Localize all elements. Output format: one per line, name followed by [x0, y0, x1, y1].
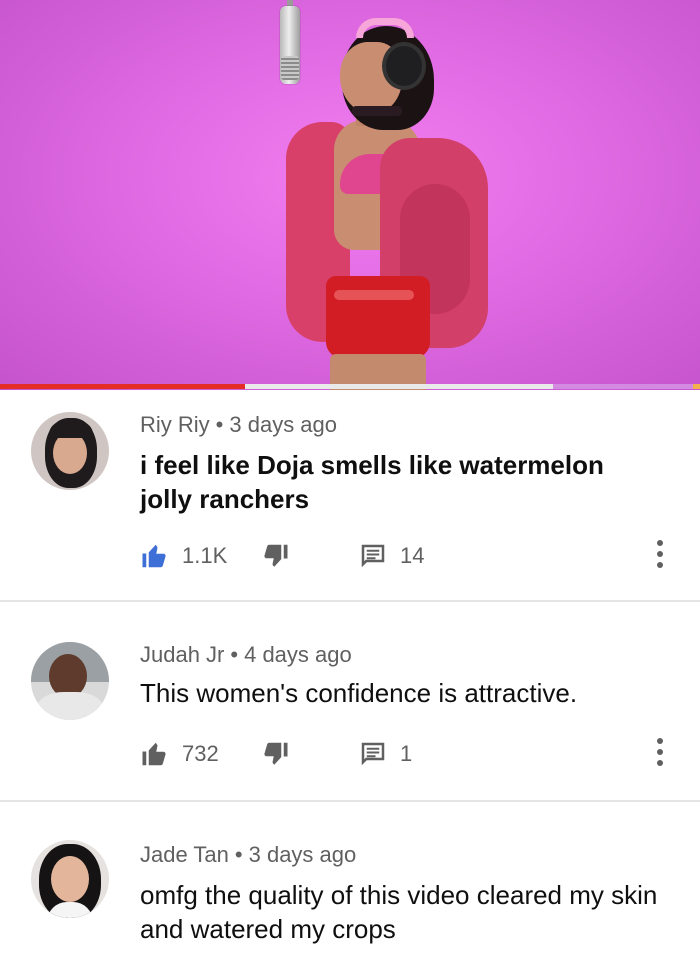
dislike-button[interactable]: [260, 739, 290, 769]
avatar-face: [51, 856, 89, 902]
comment-text: i feel like Doja smells like watermelon …: [140, 450, 604, 514]
progress-played: [0, 384, 245, 389]
dislike-button[interactable]: [260, 541, 290, 571]
comment-meta: Judah Jr • 4 days ago: [140, 642, 352, 668]
skirt-shine: [334, 290, 414, 300]
video-player[interactable]: [0, 0, 700, 390]
more-vert-icon[interactable]: [655, 735, 665, 773]
reply-button[interactable]: 14: [358, 541, 424, 571]
avatar[interactable]: [31, 412, 109, 490]
comment-time: 3 days ago: [248, 842, 357, 867]
reply-icon: [361, 742, 385, 766]
separator-dot: •: [234, 842, 243, 867]
avatar[interactable]: [31, 642, 109, 720]
comment-actions: 732 1: [140, 738, 680, 769]
progress-buffered: [553, 384, 693, 389]
like-count: 732: [182, 741, 219, 766]
comment-item: Jade Tan • 3 days ago omfg the quality of …: [0, 802, 700, 980]
like-button[interactable]: 732: [140, 739, 219, 769]
comment-item: Judah Jr • 4 days ago This women's confide…: [0, 602, 700, 800]
comment-time: 4 days ago: [244, 642, 352, 667]
comment-author[interactable]: Jade Tan: [140, 842, 229, 867]
thumbs-up-icon: [142, 742, 166, 766]
avatar[interactable]: [31, 840, 109, 918]
headphones: [382, 42, 426, 90]
comment-text: This women's confidence is attractive.: [140, 678, 578, 708]
progress-marker: [693, 384, 700, 389]
comment-author[interactable]: Judah Jr: [140, 642, 224, 667]
avatar-face: [53, 432, 87, 474]
reply-count: 14: [400, 543, 425, 568]
comment-text: omfg the quality of this video cleared m…: [140, 880, 658, 944]
comment-author[interactable]: Riy Riy: [140, 412, 210, 437]
reply-count: 1: [400, 741, 413, 766]
reply-button[interactable]: 1: [358, 739, 412, 769]
avatar-shirt: [37, 692, 103, 720]
thumbs-down-icon: [264, 742, 288, 765]
more-vert-icon[interactable]: [655, 537, 665, 575]
skirt: [326, 276, 430, 358]
choker: [352, 106, 402, 116]
comment-item: Riy Riy • 3 days ago i feel like Doja smel…: [0, 390, 700, 600]
like-count: 1.1K: [182, 543, 228, 568]
comment-time: 3 days ago: [229, 412, 338, 437]
comment-meta: Riy Riy • 3 days ago: [140, 412, 337, 438]
separator-dot: •: [230, 642, 239, 667]
thumbs-up-icon: [142, 544, 166, 568]
video-performer: [270, 14, 500, 390]
headband: [356, 18, 414, 38]
reply-icon: [361, 544, 385, 568]
comment-meta: Jade Tan • 3 days ago: [140, 842, 356, 868]
comment-actions: 1.1K 14: [140, 540, 680, 571]
avatar-bangs: [49, 422, 93, 438]
thumbs-down-icon: [264, 544, 288, 567]
like-button[interactable]: 1.1K: [140, 541, 227, 571]
separator-dot: •: [215, 412, 224, 437]
